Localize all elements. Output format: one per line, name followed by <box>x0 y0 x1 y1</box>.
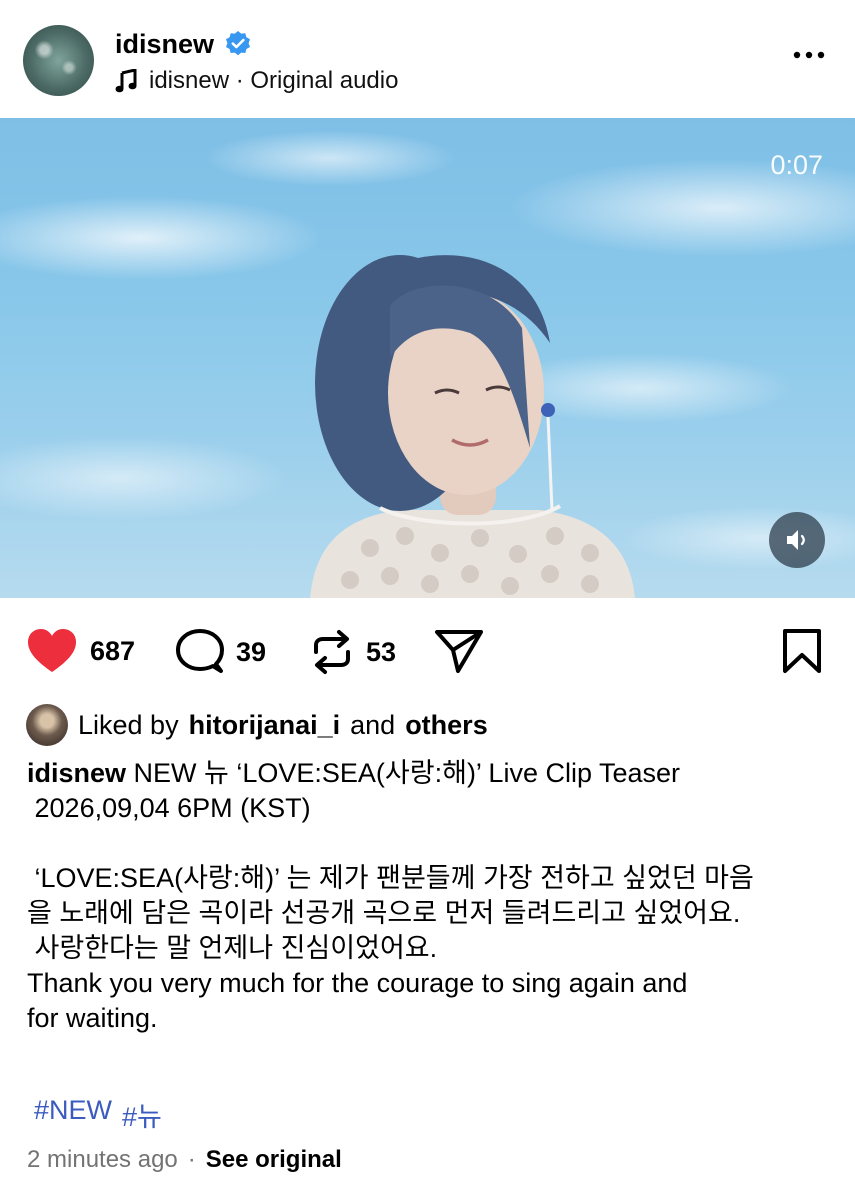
sound-on-icon[interactable] <box>769 512 825 568</box>
liked-by-prefix: Liked by <box>78 709 179 740</box>
audio-row[interactable]: idisnew · Original audio <box>115 66 398 96</box>
caption-line-2: 2026,09,04 6PM (KST) <box>27 793 311 823</box>
see-original-link[interactable]: See original <box>206 1146 342 1174</box>
caption-body: ‘LOVE:SEA(사랑:해)’ 는 제가 팬분들께 가장 전하고 싶었던 마음… <box>27 863 754 1033</box>
like-count: 687 <box>90 635 136 666</box>
action-bar: 687 39 53 <box>0 618 855 684</box>
liked-by-row[interactable]: Liked by hitorijanai_i and others <box>26 703 488 747</box>
username[interactable]: idisnew <box>115 29 214 60</box>
comment-icon[interactable] <box>176 628 224 676</box>
video-timestamp: 0:07 <box>770 150 823 180</box>
username-row: idisnew <box>115 27 252 61</box>
liked-by-avatar[interactable] <box>26 704 68 746</box>
bookmark-icon[interactable] <box>782 628 822 674</box>
liked-by-middle: and <box>350 709 396 740</box>
heart-icon[interactable] <box>26 628 78 674</box>
post-caption: idisnew NEW 뉴 ‘LOVE:SEA(사랑:해)’ Live Clip… <box>27 756 827 1036</box>
repost-count: 53 <box>366 636 397 667</box>
post-footer: 2 minutes ago · See original <box>27 1146 342 1174</box>
repost-icon[interactable] <box>310 628 354 676</box>
like-action[interactable]: 687 <box>26 628 135 674</box>
hashtag-new[interactable]: #NEW <box>34 1095 112 1134</box>
liked-by-others[interactable]: others <box>405 710 488 741</box>
audio-label[interactable]: idisnew · Original audio <box>149 67 398 95</box>
video-player[interactable]: 0:07 <box>0 118 855 598</box>
send-icon[interactable] <box>434 628 484 674</box>
verified-badge-icon <box>224 30 252 58</box>
hashtag-nyu[interactable]: #뉴 <box>122 1095 162 1134</box>
post-header: idisnew idisnew · Original audio <box>0 0 855 118</box>
comment-count: 39 <box>236 636 267 667</box>
profile-avatar[interactable] <box>23 25 94 96</box>
more-options-icon[interactable] <box>789 40 829 70</box>
send-action[interactable] <box>434 628 484 674</box>
footer-separator: · <box>187 1146 196 1173</box>
video-frame-person <box>310 255 635 598</box>
repost-action[interactable]: 53 <box>310 628 396 676</box>
caption-line-1: NEW 뉴 ‘LOVE:SEA(사랑:해)’ Live Clip Teaser <box>126 758 681 788</box>
comment-action[interactable]: 39 <box>176 628 266 676</box>
liked-by-name[interactable]: hitorijanai_i <box>189 710 341 741</box>
time-ago: 2 minutes ago <box>27 1146 178 1173</box>
music-note-icon <box>115 68 137 93</box>
caption-username[interactable]: idisnew <box>27 758 126 788</box>
bookmark-action[interactable] <box>782 628 822 674</box>
hashtags: #NEW #뉴 <box>34 1095 162 1134</box>
